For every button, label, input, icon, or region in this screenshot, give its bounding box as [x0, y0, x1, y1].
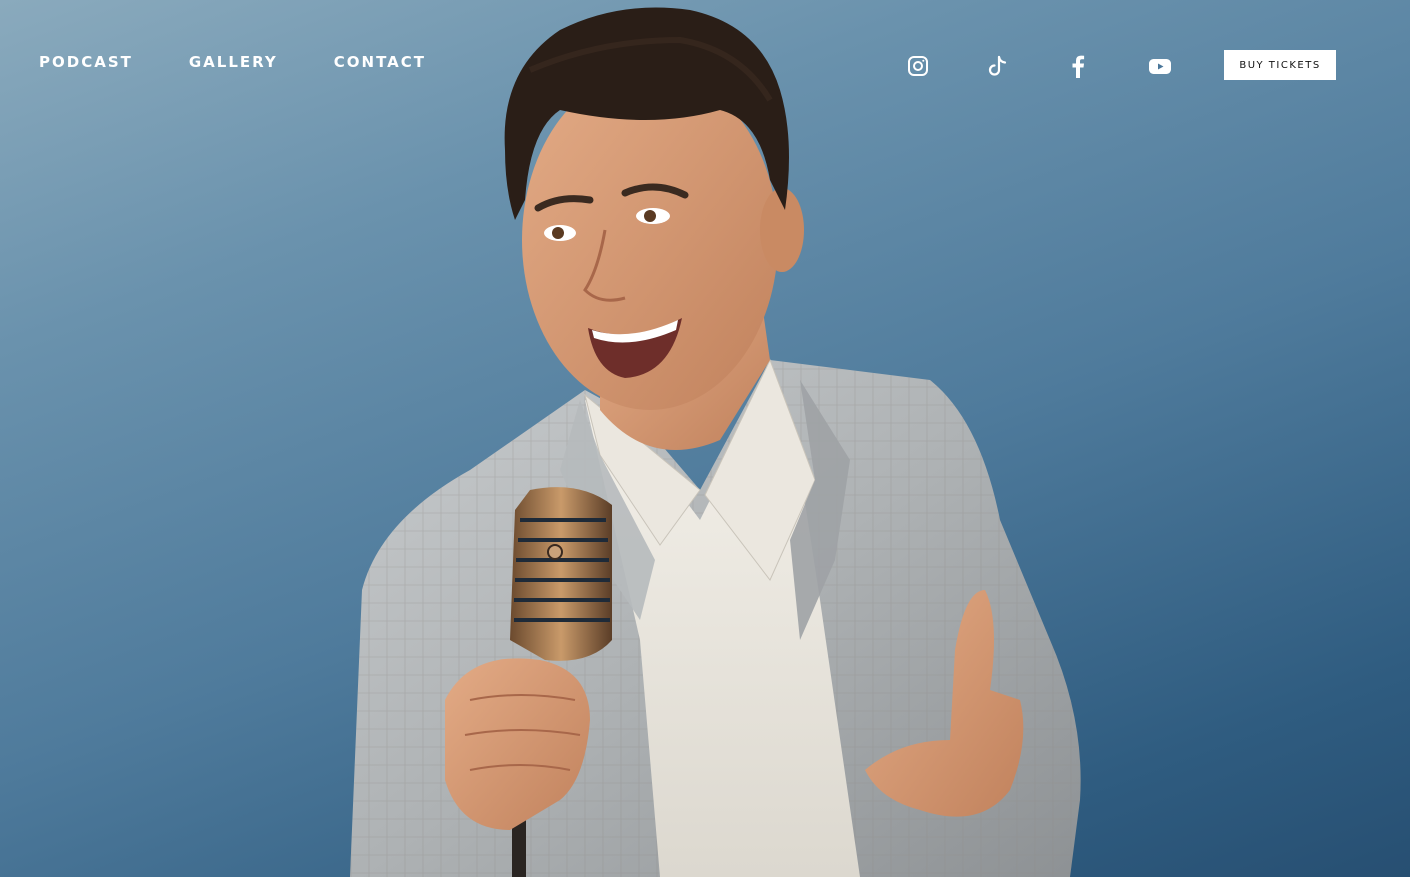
- facebook-icon[interactable]: [1064, 50, 1092, 82]
- instagram-icon[interactable]: [904, 50, 932, 82]
- hero-performer-image: [350, 7, 1081, 877]
- nav-item-podcast[interactable]: PODCAST: [39, 52, 133, 72]
- nav-item-gallery[interactable]: GALLERY: [189, 52, 278, 72]
- tiktok-icon[interactable]: [984, 50, 1012, 82]
- buy-tickets-button[interactable]: BUY TICKETS: [1224, 50, 1336, 80]
- youtube-icon[interactable]: [1146, 50, 1174, 82]
- hero-section: PODCAST GALLERY CONTACT BUY TICKETS: [0, 0, 1410, 877]
- main-nav: PODCAST GALLERY CONTACT: [39, 52, 426, 72]
- nav-item-contact[interactable]: CONTACT: [334, 52, 426, 72]
